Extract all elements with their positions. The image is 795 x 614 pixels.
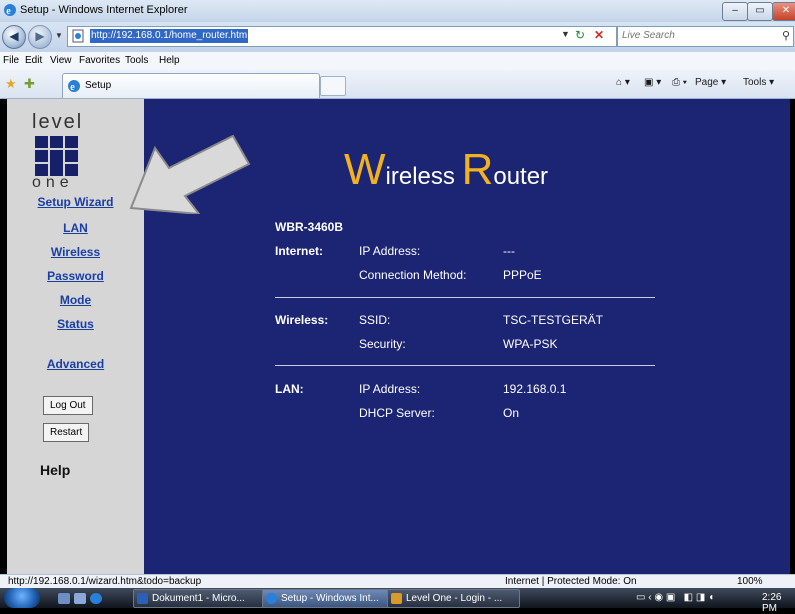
clock[interactable]: 2:26 PM <box>762 592 795 614</box>
page-menu[interactable]: Page ▾ <box>695 77 726 88</box>
show-desktop-icon[interactable] <box>58 593 70 604</box>
status-bar: http://192.168.0.1/wizard.htm&todo=backu… <box>0 574 795 589</box>
menu-bar: File Edit View Favorites Tools Help <box>0 52 795 71</box>
zoom-level[interactable]: 100% <box>737 576 763 587</box>
restart-button[interactable]: Restart <box>43 423 90 442</box>
feeds-icon[interactable]: ▣ ▾ <box>644 77 661 88</box>
logout-button[interactable]: Log Out <box>43 396 93 415</box>
address-field[interactable]: http://192.168.0.1/home_router.htm ▼ ↻ ✕ <box>67 26 617 47</box>
tab-bar: ★ ✚ e Setup ⌂ ▾ ▣ ▾ ⎙ ▾ Page ▾ Tools ▾ <box>0 70 795 99</box>
address-toolbar: ◀ ▶ ▼ http://192.168.0.1/home_router.htm… <box>0 22 795 52</box>
add-favorites-icon[interactable]: ✚ <box>24 76 35 92</box>
help-link[interactable]: Help <box>40 462 70 478</box>
connection-method-value: PPPoE <box>503 268 542 282</box>
taskbar: Dokument1 - Micro... Setup - Windows Int… <box>0 588 795 614</box>
print-icon[interactable]: ⎙ ▾ <box>672 77 687 88</box>
svg-text:e: e <box>70 82 75 93</box>
menu-favorites[interactable]: Favorites <box>79 55 120 66</box>
ie-page-icon: e <box>68 80 80 93</box>
sidebar-link-password[interactable]: Password <box>7 269 144 283</box>
menu-edit[interactable]: Edit <box>25 55 42 66</box>
start-button[interactable] <box>4 588 40 608</box>
svg-text:e: e <box>6 6 11 17</box>
taskbar-item-levelone[interactable]: Level One - Login - ... <box>387 589 520 608</box>
address-url[interactable]: http://192.168.0.1/home_router.htm <box>90 29 249 43</box>
internet-ip-value: --- <box>503 244 515 258</box>
search-box[interactable]: ⚲ <box>617 26 794 47</box>
new-tab-button[interactable] <box>320 76 346 96</box>
levelone-logo: level one <box>32 111 122 191</box>
sidebar-link-setup-wizard[interactable]: Setup Wizard <box>7 195 144 209</box>
dhcp-label: DHCP Server: <box>359 406 435 420</box>
pointer-arrow-icon <box>129 134 251 214</box>
switch-windows-icon[interactable] <box>74 593 86 604</box>
home-icon[interactable]: ⌂ ▾ <box>616 77 630 88</box>
word-icon <box>137 593 148 604</box>
security-zone[interactable]: Internet | Protected Mode: On <box>505 576 637 587</box>
tab-label: Setup <box>85 80 112 91</box>
router-title: Wireless Router <box>344 145 549 194</box>
menu-tools[interactable]: Tools <box>125 55 148 66</box>
system-tray-icons[interactable]: ▭ ‹ ◉ ▣ ◧ ◨ ◖ <box>636 592 714 603</box>
menu-view[interactable]: View <box>50 55 72 66</box>
logo-grid-icon <box>35 136 78 176</box>
lan-ip-value: 192.168.0.1 <box>503 382 567 396</box>
maximize-button[interactable]: ▭ <box>747 2 773 21</box>
back-button[interactable]: ◀ <box>2 25 26 49</box>
ie-icon <box>266 593 277 604</box>
ie-quicklaunch-icon[interactable] <box>90 593 102 604</box>
lan-label: LAN: <box>275 382 304 396</box>
title-bar: e Setup - Windows Internet Explorer – ▭ … <box>0 0 795 23</box>
security-value: WPA-PSK <box>503 337 558 351</box>
refresh-icon[interactable]: ↻ <box>575 28 585 42</box>
ie-logo-icon: e <box>4 4 16 17</box>
taskbar-item-word[interactable]: Dokument1 - Micro... <box>133 589 266 608</box>
ssid-label: SSID: <box>359 313 391 327</box>
sidebar-link-advanced[interactable]: Advanced <box>7 357 144 371</box>
recent-pages-dropdown-icon[interactable]: ▼ <box>55 31 63 40</box>
page-icon <box>72 29 84 43</box>
sidebar-link-lan[interactable]: LAN <box>7 221 144 235</box>
logo-text-level: level <box>32 111 84 133</box>
window-title: Setup - Windows Internet Explorer <box>20 4 188 16</box>
tools-menu[interactable]: Tools ▾ <box>743 77 774 88</box>
ssid-value: TSC-TESTGERÄT <box>503 313 604 327</box>
sidebar-link-status[interactable]: Status <box>7 317 144 331</box>
internet-label: Internet: <box>275 244 323 258</box>
connection-method-label: Connection Method: <box>359 268 467 282</box>
router-page: level one Setup Wizard LAN Wireless Pass… <box>7 99 790 574</box>
menu-help[interactable]: Help <box>159 55 180 66</box>
favorites-star-icon[interactable]: ★ <box>5 76 17 92</box>
internet-ip-label: IP Address: <box>359 244 421 258</box>
tab-setup[interactable]: e Setup <box>62 73 320 98</box>
status-url: http://192.168.0.1/wizard.htm&todo=backu… <box>8 576 202 587</box>
divider <box>275 365 655 366</box>
lan-ip-label: IP Address: <box>359 382 421 396</box>
divider <box>275 297 655 298</box>
stop-icon[interactable]: ✕ <box>594 28 604 42</box>
address-dropdown-icon[interactable]: ▼ <box>561 29 570 39</box>
wireless-label: Wireless: <box>275 313 329 327</box>
search-icon[interactable]: ⚲ <box>782 29 790 42</box>
search-input[interactable] <box>618 27 776 44</box>
sidebar-link-wireless[interactable]: Wireless <box>7 245 144 259</box>
close-button[interactable]: ✕ <box>772 2 795 21</box>
security-label: Security: <box>359 337 406 351</box>
sidebar-link-mode[interactable]: Mode <box>7 293 144 307</box>
logo-text-one: one <box>32 174 74 191</box>
minimize-button[interactable]: – <box>722 2 748 21</box>
menu-file[interactable]: File <box>3 55 19 66</box>
taskbar-item-setup[interactable]: Setup - Windows Int... <box>262 589 395 608</box>
model-name: WBR-3460B <box>275 220 344 234</box>
forward-button[interactable]: ▶ <box>28 25 52 49</box>
sidebar: level one Setup Wizard LAN Wireless Pass… <box>7 99 144 574</box>
browser-icon <box>391 593 402 604</box>
dhcp-value: On <box>503 406 520 420</box>
